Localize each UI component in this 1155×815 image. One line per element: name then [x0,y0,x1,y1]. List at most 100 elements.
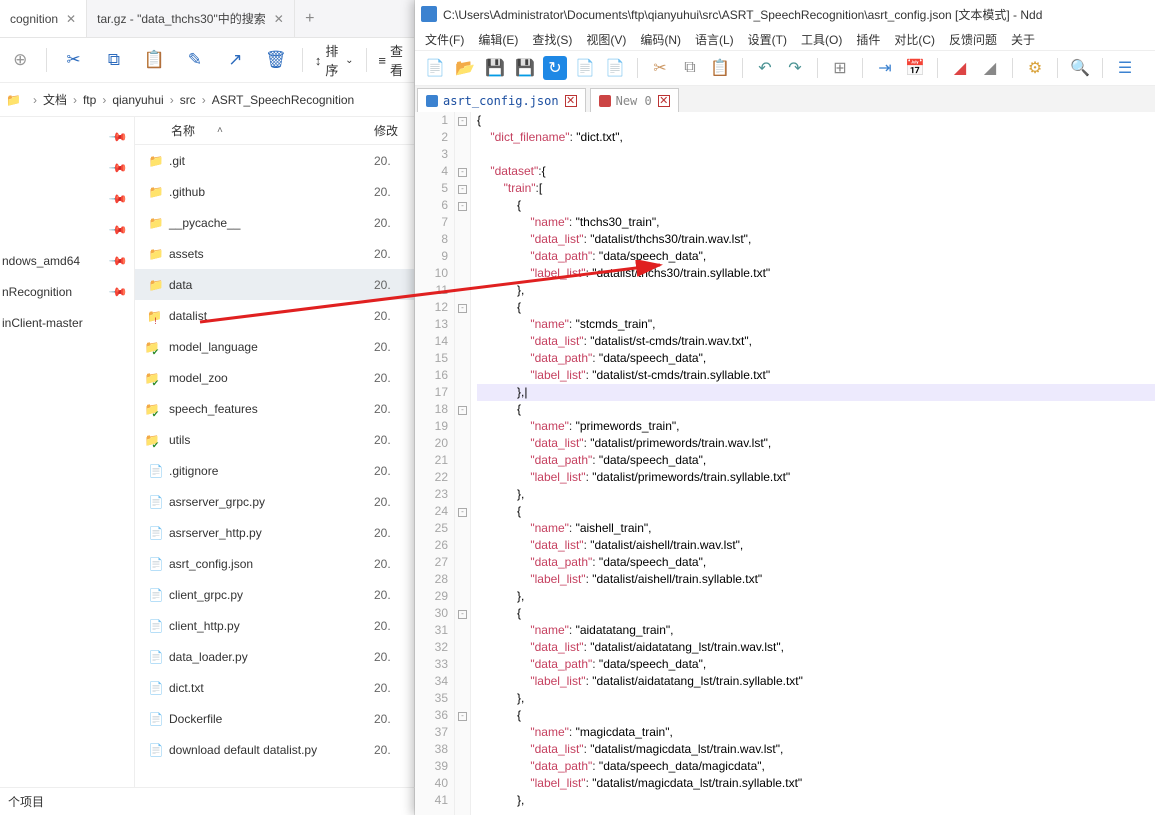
crumb[interactable]: ASRT_SpeechRecognition [212,93,355,107]
quick-item[interactable]: 📌 [0,214,134,245]
menu-view[interactable]: 视图(V) [586,31,626,48]
paste-icon[interactable]: 📋 [140,42,168,78]
rename-icon[interactable]: ✎ [181,42,209,78]
file-mod: 20. [374,278,414,292]
file-row[interactable]: 📄data_loader.py20. [135,641,414,672]
file-row[interactable]: 📁✔speech_features20. [135,393,414,424]
eraser2-icon[interactable]: ◢ [978,56,1002,80]
file-row[interactable]: 📁.git20. [135,145,414,176]
close-icon[interactable]: ✕ [66,12,76,26]
close-icon[interactable]: ✕ [274,12,284,26]
calendar-icon[interactable]: 📅 [903,56,927,80]
delete-icon[interactable]: 🗑 [262,42,290,78]
indent-icon[interactable]: ⇥ [873,56,897,80]
quick-item[interactable]: ndows_amd64📌 [0,245,134,276]
quick-item[interactable]: inClient-master [0,307,134,338]
crumb[interactable]: src [180,93,196,107]
file-row[interactable]: 📁data20. [135,269,414,300]
file-row[interactable]: 📄client_grpc.py20. [135,579,414,610]
menu-encoding[interactable]: 编码(N) [640,31,681,48]
cut-icon[interactable]: ✂ [59,42,87,78]
file-row[interactable]: 📁✔model_zoo20. [135,362,414,393]
file-tab-new[interactable]: New 0 ✕ [590,88,679,112]
view-button[interactable]: ≡ 查看 [378,41,408,79]
share-icon[interactable]: ↗ [221,42,249,78]
file-icon: 📁 [143,216,169,230]
settings-icon[interactable]: ⚙ [1023,56,1047,80]
file-row[interactable]: 📄dict.txt20. [135,672,414,703]
file-row[interactable]: 📄Dockerfile20. [135,703,414,734]
close-file-icon[interactable]: 📄 [573,56,597,80]
menu-settings[interactable]: 设置(T) [748,31,787,48]
file-row[interactable]: 📁!datalist20. [135,300,414,331]
tab-search[interactable]: tar.gz - "data_thchs30"中的搜索 ✕ [87,0,295,37]
new-file-icon[interactable]: 📄 [423,56,447,80]
close-icon[interactable]: ✕ [565,95,577,107]
file-name: .gitignore [169,464,374,478]
menu-compare[interactable]: 对比(C) [894,31,935,48]
quick-item[interactable]: 📌 [0,152,134,183]
quick-item[interactable]: 📌 [0,183,134,214]
crumb[interactable]: qianyuhui [112,93,163,107]
new-tab-button[interactable]: + [295,10,325,28]
file-row[interactable]: 📁assets20. [135,238,414,269]
list-icon[interactable]: ☰ [1113,56,1137,80]
fold-column[interactable]: - --- - - - - - [455,112,471,815]
menu-language[interactable]: 语言(L) [695,31,734,48]
file-row[interactable]: 📄asrserver_http.py20. [135,517,414,548]
pin-icon: 📌 [108,250,128,270]
quick-item[interactable]: 📌 [0,121,134,152]
close-all-icon[interactable]: 📄 [603,56,627,80]
undo-icon[interactable]: ↶ [753,56,777,80]
quick-item[interactable]: nRecognition📌 [0,276,134,307]
menu-file[interactable]: 文件(F) [425,31,464,48]
file-row[interactable]: 📄asrserver_grpc.py20. [135,486,414,517]
new-folder-icon[interactable]: ⊕ [6,42,34,78]
open-icon[interactable]: 📂 [453,56,477,80]
crumb[interactable]: 文档 [43,91,67,108]
sort-button[interactable]: ↕ 排序 ⌄ [315,41,354,79]
copy-icon[interactable]: ⧉ [100,42,128,78]
redo-icon[interactable]: ↷ [783,56,807,80]
file-row[interactable]: 📄.gitignore20. [135,455,414,486]
cut-icon[interactable]: ✂ [648,56,672,80]
close-icon[interactable]: ✕ [658,95,670,107]
menu-about[interactable]: 关于 [1011,31,1035,48]
file-row[interactable]: 📄download default datalist.py20. [135,734,414,765]
source-code[interactable]: { "dict_filename": "dict.txt", "dataset"… [471,112,1155,815]
eraser-icon[interactable]: ◢ [948,56,972,80]
file-row[interactable]: 📁.github20. [135,176,414,207]
file-row[interactable]: 📄client_http.py20. [135,610,414,641]
menu-tools[interactable]: 工具(O) [801,31,842,48]
file-tab-config[interactable]: asrt_config.json ✕ [417,88,586,112]
file-mod: 20. [374,247,414,261]
file-name: __pycache__ [169,216,374,230]
paste-icon[interactable]: 📋 [708,56,732,80]
column-headers[interactable]: 名称˄ 修改 [135,117,414,145]
menu-find[interactable]: 查找(S) [532,31,572,48]
file-list: 名称˄ 修改 📁.git20.📁.github20.📁__pycache__20… [135,117,414,787]
menu-feedback[interactable]: 反馈问题 [949,31,997,48]
save-all-icon[interactable]: 💾 [513,56,537,80]
file-row[interactable]: 📁✔utils20. [135,424,414,455]
menu-plugins[interactable]: 插件 [856,31,880,48]
file-row[interactable]: 📁✔model_language20. [135,331,414,362]
crumb[interactable]: ftp [83,93,96,107]
tab-cognition[interactable]: cognition ✕ [0,0,87,37]
file-icon: 📁 [143,278,169,292]
refresh-icon[interactable]: ↻ [543,56,567,80]
file-name: dict.txt [169,681,374,695]
file-icon: 📄 [143,464,169,478]
file-row[interactable]: 📁__pycache__20. [135,207,414,238]
file-mod: 20. [374,340,414,354]
sort-label: 排序 [325,41,341,79]
grid-icon[interactable]: ⊞ [828,56,852,80]
file-row[interactable]: 📄asrt_config.json20. [135,548,414,579]
zoom-icon[interactable]: 🔍 [1068,56,1092,80]
menu-edit[interactable]: 编辑(E) [478,31,518,48]
file-icon: 📄 [143,743,169,757]
breadcrumb[interactable]: 📁 › 文档› ftp› qianyuhui› src› ASRT_Speech… [0,83,414,117]
copy-icon[interactable]: ⧉ [678,56,702,80]
explorer-tabs: cognition ✕ tar.gz - "data_thchs30"中的搜索 … [0,0,414,38]
save-icon[interactable]: 💾 [483,56,507,80]
